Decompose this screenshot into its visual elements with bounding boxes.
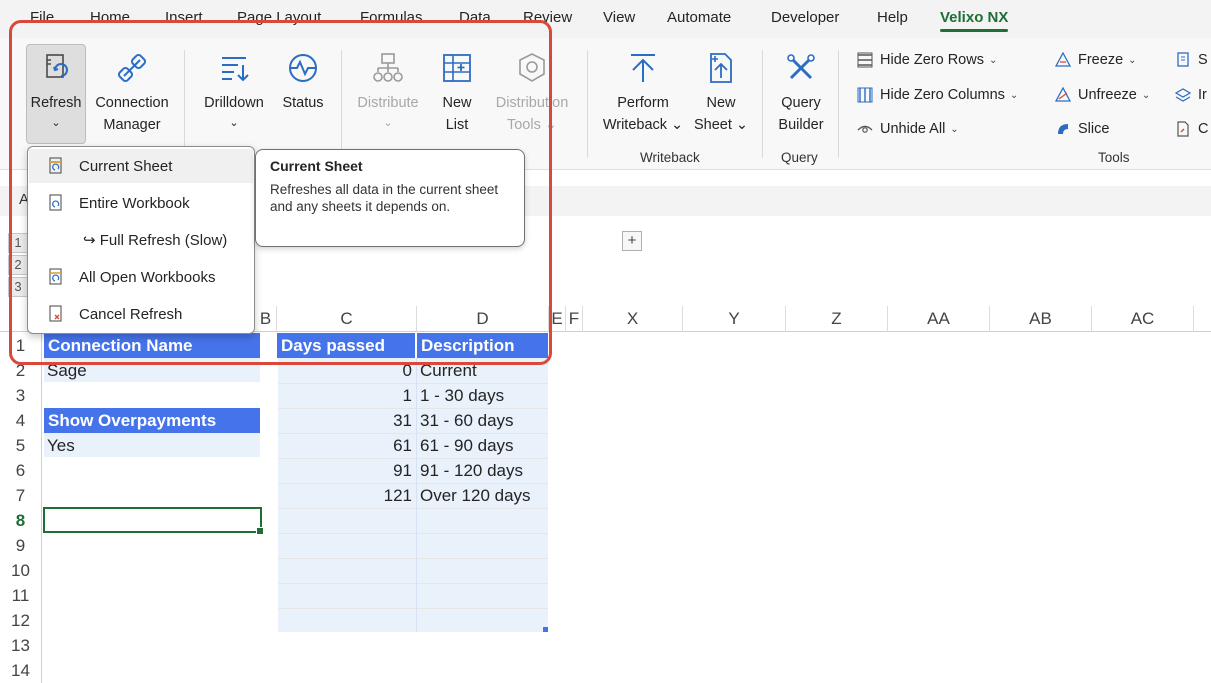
unhide-all-label: Unhide All — [880, 121, 946, 137]
row-header-11[interactable]: 11 — [0, 583, 42, 608]
cell-c5[interactable]: 61 — [278, 433, 416, 458]
unfreeze-icon — [1055, 87, 1071, 102]
column-header-f[interactable]: F — [566, 306, 583, 332]
cell-d6[interactable]: 91 - 120 days — [417, 458, 548, 483]
cell-a4[interactable]: Show Overpayments — [44, 408, 260, 433]
hide-zero-rows-label: Hide Zero Rows — [880, 52, 984, 68]
row-header-8[interactable]: 8 — [0, 508, 42, 533]
ribbon-tool-c-button[interactable]: C — [1175, 121, 1208, 137]
cell-d4[interactable]: 31 - 60 days — [417, 408, 548, 433]
row-header-10[interactable]: 10 — [0, 558, 42, 583]
row-header-12[interactable]: 12 — [0, 608, 42, 633]
cell-a5[interactable]: Yes — [44, 433, 260, 458]
tab-automate[interactable]: Automate — [667, 9, 731, 26]
slice-button[interactable]: Slice — [1055, 121, 1109, 137]
new-sheet-icon — [710, 53, 732, 83]
rows-icon — [857, 52, 873, 68]
ribbon-tool-i-label: Ir — [1198, 87, 1207, 103]
ribbon-tool-i-button[interactable]: Ir — [1175, 87, 1207, 103]
ribbon-tool-s-label: S — [1198, 52, 1208, 68]
gridline — [278, 583, 548, 584]
perform-writeback-button[interactable]: Perform Writeback ⌄ — [597, 50, 689, 136]
column-header-y[interactable]: Y — [683, 306, 786, 332]
freeze-label: Freeze — [1078, 52, 1124, 68]
group-label-query: Query — [781, 150, 818, 165]
freeze-button[interactable]: Freeze ⌄ — [1055, 52, 1137, 68]
hide-zero-columns-label: Hide Zero Columns — [880, 87, 1005, 103]
column-header-aa[interactable]: AA — [888, 306, 990, 332]
cell-c3[interactable]: 1 — [278, 383, 416, 408]
row-header-3[interactable]: 3 — [0, 383, 42, 408]
tab-developer[interactable]: Developer — [771, 9, 839, 26]
copy-icon — [1177, 52, 1189, 67]
cell-d3[interactable]: 1 - 30 days — [417, 383, 548, 408]
chevron-down-icon: ⌄ — [1009, 89, 1019, 101]
perform-writeback-line1: Perform — [617, 95, 669, 111]
gridline — [278, 608, 548, 609]
ribbon-separator — [838, 50, 839, 158]
gridline — [278, 533, 548, 534]
gridline — [278, 558, 548, 559]
gridline — [278, 508, 548, 509]
new-sheet-line2: Sheet ⌄ — [693, 117, 749, 133]
perform-writeback-line2: Writeback ⌄ — [602, 117, 684, 133]
unfreeze-label: Unfreeze — [1078, 87, 1137, 103]
column-header-z[interactable]: Z — [786, 306, 888, 332]
upload-arrow-icon — [631, 54, 655, 82]
ribbon-separator — [762, 50, 763, 158]
row-header-6[interactable]: 6 — [0, 458, 42, 483]
unhide-all-button[interactable]: Unhide All ⌄ — [857, 121, 959, 137]
columns-icon — [857, 87, 873, 103]
cell-d7[interactable]: Over 120 days — [417, 483, 548, 508]
column-header-ab[interactable]: AB — [990, 306, 1092, 332]
chevron-down-icon: ⌄ — [1141, 89, 1151, 101]
row-header-7[interactable]: 7 — [0, 483, 42, 508]
new-sheet-line1: New — [706, 95, 736, 111]
row-header-5[interactable]: 5 — [0, 433, 42, 458]
active-cell-a8[interactable] — [43, 507, 264, 535]
column-header-x[interactable]: X — [583, 306, 683, 332]
hide-zero-columns-button[interactable]: Hide Zero Columns ⌄ — [857, 87, 1018, 103]
query-builder-icon — [787, 54, 815, 80]
cell-c4[interactable]: 31 — [278, 408, 416, 433]
row-header-13[interactable]: 13 — [0, 633, 42, 658]
slice-icon — [1058, 124, 1068, 134]
cell-c6[interactable]: 91 — [278, 458, 416, 483]
column-header-ac[interactable]: AC — [1092, 306, 1194, 332]
row-header-4[interactable]: 4 — [0, 408, 42, 433]
ribbon-separator — [587, 50, 588, 158]
chevron-down-icon: ⌄ — [988, 54, 998, 66]
query-builder-line1: Query — [781, 95, 821, 111]
ribbon-tool-s-button[interactable]: S — [1175, 52, 1208, 68]
new-sheet-button[interactable]: New Sheet ⌄ — [691, 50, 751, 136]
tab-help[interactable]: Help — [877, 9, 908, 26]
freeze-icon — [1055, 52, 1071, 67]
cell-c7[interactable]: 121 — [278, 483, 416, 508]
table-resize-handle[interactable] — [543, 627, 548, 632]
row-header-14[interactable]: 14 — [0, 658, 42, 683]
query-builder-button[interactable]: Query Builder — [772, 50, 830, 136]
cell-d5[interactable]: 61 - 90 days — [417, 433, 548, 458]
chevron-down-icon: ⌄ — [950, 123, 959, 135]
chevron-down-icon: ⌄ — [1128, 54, 1137, 66]
eye-icon — [857, 125, 873, 133]
expand-group-button[interactable]: + — [622, 231, 642, 251]
hide-zero-rows-button[interactable]: Hide Zero Rows ⌄ — [857, 52, 997, 68]
highlight-annotation-frame — [9, 20, 552, 365]
tab-view[interactable]: View — [603, 9, 635, 26]
unfreeze-button[interactable]: Unfreeze ⌄ — [1055, 87, 1150, 103]
ribbon-tool-c-label: C — [1198, 121, 1209, 137]
document-check-icon — [1177, 121, 1189, 137]
query-builder-line2: Builder — [778, 117, 824, 133]
group-label-writeback: Writeback — [640, 150, 700, 165]
row-header-9[interactable]: 9 — [0, 533, 42, 558]
tab-velixo-nx[interactable]: Velixo NX — [940, 9, 1009, 32]
slice-label: Slice — [1078, 121, 1110, 137]
layers-icon — [1175, 88, 1191, 102]
group-label-tools: Tools — [1098, 150, 1130, 165]
